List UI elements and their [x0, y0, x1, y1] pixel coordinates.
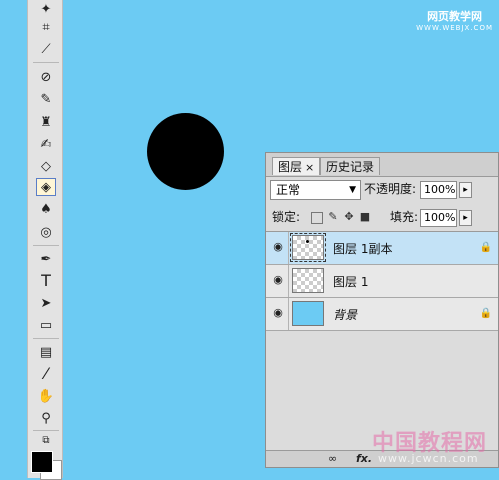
black-circle-shape[interactable] [147, 113, 224, 190]
visibility-cell[interactable]: ◉ [266, 298, 289, 330]
layer-row[interactable]: ◉ 背景 🔒 [266, 298, 498, 331]
tab-layers[interactable]: 图层 × [272, 157, 321, 175]
layer-row[interactable]: ◉ 图层 1副本 🔒 [266, 232, 498, 265]
opacity-label: 不透明度: [364, 182, 417, 196]
brush-icon[interactable]: ✎ [36, 90, 56, 108]
rectangle-shape-icon[interactable]: ▭ [36, 316, 56, 334]
visibility-cell[interactable]: ◉ [266, 232, 289, 264]
blur-icon[interactable]: ♠ [36, 200, 56, 218]
eye-icon[interactable]: ◉ [271, 241, 285, 253]
lock-all-icon[interactable]: ■ [359, 211, 371, 223]
zoom-icon[interactable]: ⚲ [36, 409, 56, 427]
close-icon[interactable]: × [305, 161, 314, 174]
panel-tabs: 图层 × 历史记录 [266, 153, 498, 177]
watermark-top-line2: WWW.WEBJX.COM [416, 24, 493, 32]
fill-slider-button[interactable]: ▸ [459, 210, 472, 226]
notes-icon[interactable]: ▤ [36, 343, 56, 361]
watermark-bottom-url: www.jcwcn.com [378, 452, 479, 465]
toolbar-divider [33, 62, 59, 63]
watermark-top: 网页教学网 WWW.WEBJX.COM [416, 8, 493, 32]
lock-position-icon[interactable]: ✥ [343, 211, 355, 223]
eyedropper-icon[interactable]: ⁄ [36, 365, 56, 383]
fill-label: 填充: [390, 210, 419, 224]
lock-transparent-pixels-icon[interactable] [311, 212, 323, 224]
tab-history[interactable]: 历史记录 [320, 157, 381, 175]
tab-layers-label: 图层 [278, 160, 303, 174]
layer-thumbnail [292, 268, 324, 293]
blend-mode-value: 正常 [276, 183, 301, 197]
magic-wand-icon[interactable]: ✦ [36, 0, 56, 18]
hand-icon[interactable]: ✋ [36, 387, 56, 405]
clone-stamp-icon[interactable]: ♜ [36, 113, 56, 131]
foreground-color-swatch[interactable] [31, 451, 53, 473]
layer-style-icon[interactable]: fx. [356, 452, 372, 465]
layer-name[interactable]: 背景 [333, 306, 357, 323]
fill-input[interactable]: 100% [420, 209, 457, 227]
path-selection-icon[interactable]: ➤ [36, 294, 56, 312]
pen-icon[interactable]: ✒ [36, 250, 56, 268]
eye-icon[interactable]: ◉ [271, 307, 285, 319]
blend-opacity-row: 正常 ▼ 不透明度: 100% ▸ [270, 180, 496, 202]
blend-mode-select[interactable]: 正常 ▼ [270, 180, 361, 200]
lock-fill-row: 锁定: ✎ ✥ ■ 填充: 100% ▸ [270, 207, 496, 229]
layers-panel: 图层 × 历史记录 正常 ▼ 不透明度: 100% ▸ 锁定: ✎ ✥ ■ 填充:… [265, 152, 499, 468]
dodge-icon[interactable]: ◎ [36, 223, 56, 241]
chevron-down-icon: ▼ [349, 185, 356, 195]
tools-panel: ✦ ⌗ ⟋ ⊘ ✎ ♜ ✍ ◇ ◈ ♠ ◎ ✒ T ➤ ▭ ▤ ⁄ ✋ ⚲ ⧉ [27, 0, 63, 478]
opacity-slider-button[interactable]: ▸ [459, 182, 472, 198]
history-brush-icon[interactable]: ✍ [36, 135, 56, 153]
lock-icon: 🔒 [479, 242, 492, 253]
visibility-cell[interactable]: ◉ [266, 265, 289, 297]
layer-thumbnail [290, 233, 326, 262]
lock-icon: 🔒 [479, 308, 492, 319]
crop-icon[interactable]: ⌗ [36, 18, 56, 36]
lock-label: 锁定: [272, 210, 301, 224]
default-colors-icon[interactable]: ⧉ [36, 432, 56, 450]
lock-image-pixels-icon[interactable]: ✎ [327, 211, 339, 223]
tab-history-label: 历史记录 [326, 160, 375, 174]
paint-bucket-icon[interactable]: ◈ [36, 178, 56, 196]
type-icon[interactable]: T [36, 272, 56, 290]
eye-icon[interactable]: ◉ [271, 274, 285, 286]
layers-list: ◉ 图层 1副本 🔒 ◉ 图层 1 ◉ 背景 🔒 [266, 231, 498, 331]
toolbar-divider [33, 338, 59, 339]
healing-brush-icon[interactable]: ⊘ [36, 68, 56, 86]
layer-thumbnail [292, 301, 324, 326]
link-layers-icon[interactable]: ∞ [328, 452, 337, 465]
toolbar-divider [33, 430, 59, 431]
layer-row[interactable]: ◉ 图层 1 [266, 265, 498, 298]
layer-name[interactable]: 图层 1副本 [333, 240, 392, 257]
layer-name[interactable]: 图层 1 [333, 273, 368, 290]
slice-icon[interactable]: ⟋ [36, 40, 56, 58]
circle-thumbnail-dot [306, 240, 309, 243]
toolbar-divider [33, 245, 59, 246]
opacity-input[interactable]: 100% [420, 181, 457, 199]
watermark-top-line1: 网页教学网 [427, 10, 483, 23]
eraser-icon[interactable]: ◇ [36, 157, 56, 175]
